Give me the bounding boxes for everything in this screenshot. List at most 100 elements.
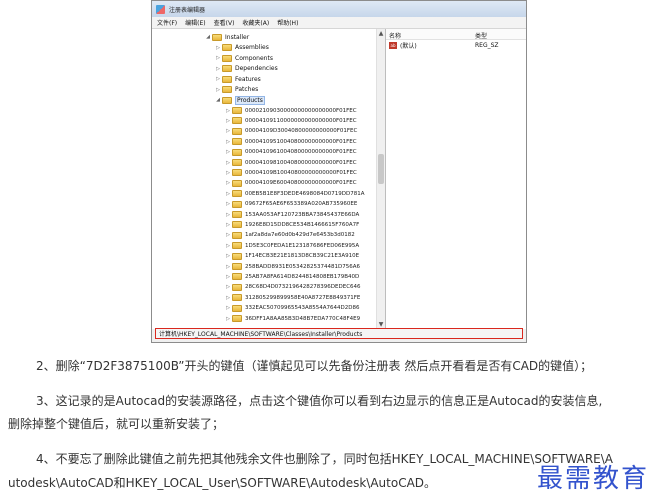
expand-toggle-icon[interactable]: ▷ [214, 76, 222, 82]
product-key-row[interactable]: ▷ 1926E8D15DD8CE534B1466615F760A7F [224, 220, 359, 230]
tree-item-assemblies[interactable]: ▷ Assemblies [214, 43, 269, 53]
product-key-row[interactable]: ▷ 36DFF1A8AA85B3D48B7EDA770C48F4E9 [224, 314, 360, 324]
folder-icon [232, 304, 242, 312]
product-key-row[interactable]: ▷ 00004109810040800000000000F01FEC [224, 158, 357, 168]
tree-item-dependencies[interactable]: ▷ Dependencies [214, 64, 278, 74]
expand-toggle-icon[interactable]: ▷ [224, 264, 232, 270]
product-key-label: 00004109810040800000000000F01FEC [245, 159, 357, 166]
expand-toggle-icon[interactable]: ▷ [224, 108, 232, 114]
menu-file[interactable]: 文件(F) [157, 18, 177, 27]
tree-scrollbar[interactable]: ▲ ▼ [376, 29, 385, 329]
window-title: 注册表编辑器 [169, 6, 206, 14]
product-key-row[interactable]: ▷ 312805299899958E40A8727E8849371FE [224, 293, 360, 303]
folder-icon [222, 54, 232, 62]
column-type-header[interactable]: 类型 [472, 29, 490, 40]
product-key-label: 1af2a8da7e60d0b429d7e6453b3d0182 [245, 232, 355, 239]
folder-icon [232, 231, 242, 239]
product-key-row[interactable]: ▷ 1D5E3C0FEDA1E123187686FED06E995A [224, 241, 359, 251]
product-key-label: 00004109B10040800000000000F01FEC [245, 169, 357, 176]
product-key-row[interactable]: ▷ 00004109D30040800000000000F01FEC [224, 126, 357, 136]
product-key-row[interactable]: ▷ 258BADD8931E05342825374481D756A6 [224, 262, 360, 272]
tree-item-label: Components [235, 54, 273, 62]
menu-view[interactable]: 查看(V) [214, 18, 235, 27]
product-key-row[interactable]: ▷ 00EB5B1E8F3DEDE4698084D0719DD781A [224, 189, 365, 199]
expand-toggle-icon[interactable]: ▷ [224, 149, 232, 155]
product-key-row[interactable]: ▷ 00004109610040800000000000F01FEC [224, 147, 357, 157]
product-key-label: 1F14ECB3E21E1813D8CB39C21E3A910E [245, 253, 360, 260]
product-key-row[interactable]: ▷ 00004109E60040800000000000F01FEC [224, 178, 357, 188]
product-key-label: 25AB7A8FA614D8244814808EB179B40D [245, 273, 360, 280]
expand-toggle-icon[interactable]: ▷ [224, 170, 232, 176]
article-step-4-line-2: utodesk\AutoCAD和HKEY_LOCAL_User\SOFTWARE… [8, 476, 437, 490]
expand-toggle-icon[interactable]: ◢ [204, 34, 212, 40]
tree-item-label: Products [235, 95, 265, 105]
value-row-default[interactable]: ab (默认) REG_SZ [386, 40, 526, 51]
product-key-row[interactable]: ▷ 28C68D4D0732196428278396DEDEC646 [224, 282, 361, 292]
expand-toggle-icon[interactable]: ▷ [224, 305, 232, 311]
product-key-label: 28C68D4D0732196428278396DEDEC646 [245, 284, 361, 291]
tree-item-label: Features [235, 75, 261, 83]
product-key-row[interactable]: ▷ 1F14ECB3E21E1813D8CB39C21E3A910E [224, 251, 359, 261]
column-name-header[interactable]: 名称 [386, 29, 472, 40]
expand-toggle-icon[interactable]: ▷ [224, 212, 232, 218]
expand-toggle-icon[interactable]: ▷ [224, 180, 232, 186]
expand-toggle-icon[interactable]: ▷ [214, 55, 222, 61]
folder-icon [232, 159, 242, 166]
expand-toggle-icon[interactable]: ▷ [214, 45, 222, 51]
product-key-row[interactable]: ▷ 153AA053AF120723BBA73845437E66DA [224, 210, 359, 220]
tree-item-installer[interactable]: ◢ Installer [204, 32, 249, 42]
menu-edit[interactable]: 编辑(E) [185, 18, 205, 27]
tree-scroll-thumb[interactable] [378, 154, 384, 184]
product-key-label: 1926E8D15DD8CE534B1466615F760A7F [245, 221, 360, 228]
folder-icon [232, 252, 242, 260]
product-key-row[interactable]: ▷ 25AB7A8FA614D8244814808EB179B40D [224, 272, 359, 282]
product-key-label: 258BADD8931E05342825374481D756A6 [245, 263, 360, 270]
folder-icon [232, 117, 242, 125]
folder-icon [232, 221, 242, 229]
expand-toggle-icon[interactable]: ▷ [224, 191, 232, 197]
expand-toggle-icon[interactable]: ▷ [224, 118, 232, 124]
tree-item-features[interactable]: ▷ Features [214, 74, 261, 84]
expand-toggle-icon[interactable]: ▷ [224, 253, 232, 259]
tree-item-patches[interactable]: ▷ Patches [214, 85, 258, 95]
expand-toggle-icon[interactable]: ▷ [224, 284, 232, 290]
expand-toggle-icon[interactable]: ▷ [224, 222, 232, 228]
expand-toggle-icon[interactable]: ▷ [224, 274, 232, 280]
expand-toggle-icon[interactable]: ▷ [224, 295, 232, 301]
folder-icon [232, 148, 242, 156]
product-key-row[interactable]: ▷ 00004109B10040800000000000F01FEC [224, 168, 357, 178]
menu-help[interactable]: 帮助(H) [277, 18, 298, 27]
expand-toggle-icon[interactable]: ▷ [224, 128, 232, 134]
folder-icon [222, 44, 232, 51]
product-key-row[interactable]: ▷ 1af2a8da7e60d0b429d7e6453b3d0182 [224, 230, 355, 240]
product-key-label: 00002109030000000000000000F01FEC [245, 107, 357, 114]
menu-favorites[interactable]: 收藏夹(A) [242, 18, 269, 27]
folder-icon [232, 294, 242, 302]
product-key-row[interactable]: ▷ 332EAC50709965543A8554A7644D2D86 [224, 303, 359, 313]
expand-toggle-icon[interactable]: ▷ [224, 316, 232, 322]
values-header: 名称 类型 [386, 29, 526, 40]
product-key-row[interactable]: ▷ 00002109030000000000000000F01FEC [224, 106, 357, 116]
folder-icon [232, 179, 242, 187]
value-name: (默认) [400, 43, 417, 50]
product-key-label: 00004109610040800000000000F01FEC [245, 149, 357, 156]
registry-editor-screenshot: 注册表编辑器 文件(F) 编辑(E) 查看(V) 收藏夹(A) 帮助(H) ▲ … [151, 0, 527, 343]
scroll-up-icon[interactable]: ▲ [377, 29, 385, 38]
expand-toggle-icon[interactable]: ▷ [224, 243, 232, 249]
string-value-icon: ab [389, 42, 397, 49]
product-key-row[interactable]: ▷ 09672F65AE6F653389A020AB735960EE [224, 199, 357, 209]
product-key-row[interactable]: ▷ 00004109510040800000000000F01FEC [224, 137, 357, 147]
tree-item-products[interactable]: ◢ Products [214, 95, 265, 105]
expand-toggle-icon[interactable]: ▷ [224, 201, 232, 207]
expand-toggle-icon[interactable]: ▷ [224, 232, 232, 238]
expand-toggle-icon[interactable]: ▷ [214, 66, 222, 72]
menu-bar: 文件(F) 编辑(E) 查看(V) 收藏夹(A) 帮助(H) [152, 17, 526, 29]
expand-toggle-icon[interactable]: ▷ [224, 139, 232, 145]
expand-toggle-icon[interactable]: ▷ [214, 87, 222, 93]
product-key-label: 00004109110000000000000000F01FEC [245, 117, 357, 124]
expand-toggle-icon[interactable]: ▷ [224, 160, 232, 166]
product-key-label: 1D5E3C0FEDA1E123187686FED06E995A [245, 242, 360, 249]
tree-item-components[interactable]: ▷ Components [214, 53, 273, 63]
product-key-row[interactable]: ▷ 00004109110000000000000000F01FEC [224, 116, 357, 126]
expand-toggle-icon[interactable]: ◢ [214, 97, 222, 103]
